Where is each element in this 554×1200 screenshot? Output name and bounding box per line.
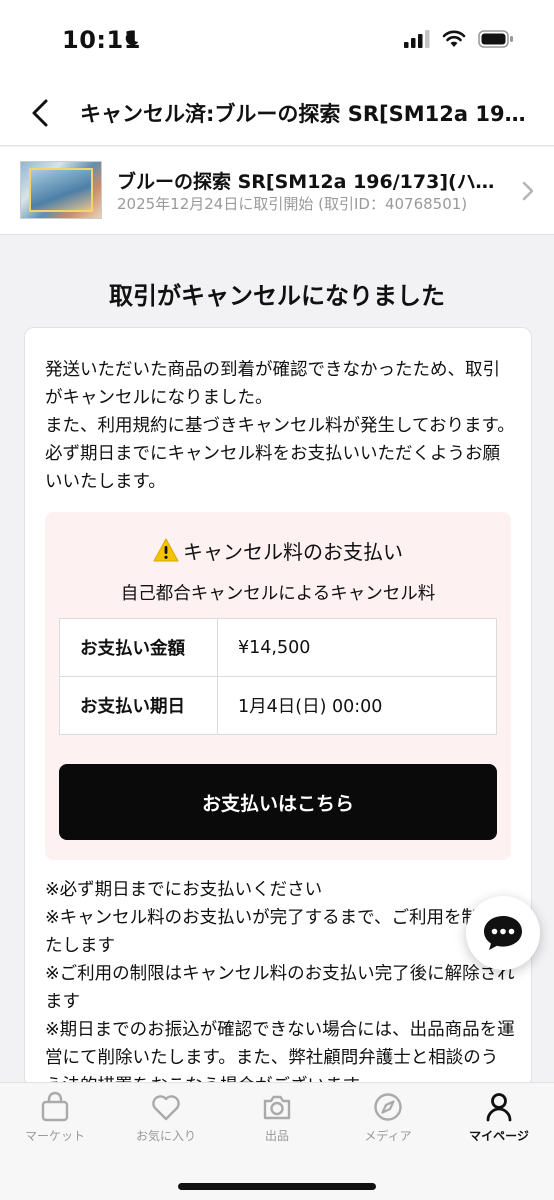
note-item: ※必ず期日までにお支払いください xyxy=(45,880,323,900)
status-bar: 10:11 xyxy=(0,0,554,80)
back-button[interactable] xyxy=(22,93,62,133)
page-title: キャンセル済:ブルーの探索 SR[SM12a 196/173](ハイクラスパック xyxy=(80,102,540,126)
payment-due-label: お支払い期日 xyxy=(59,676,218,735)
payment-subheading: 自己都合キャンセルによるキャンセル料 xyxy=(120,584,436,604)
note-item: ※ご利用の制限はキャンセル料のお支払い完了後に解除されます xyxy=(45,964,515,1012)
person-icon xyxy=(486,1093,512,1122)
compass-icon xyxy=(374,1093,402,1121)
chat-button[interactable] xyxy=(466,896,540,970)
camera-icon xyxy=(263,1095,291,1120)
tab-label: メディア xyxy=(364,1129,412,1143)
home-indicator xyxy=(178,1183,376,1190)
cancel-message-text: 発送いただいた商品の到着が確認できなかったため、取引がキャンセルになりました。 … xyxy=(45,360,515,492)
moon-icon xyxy=(125,31,139,46)
product-row[interactable]: ブルーの探索 SR[SM12a 196/173](ハイクラスパック 2025年1… xyxy=(0,147,554,235)
heart-icon xyxy=(152,1095,180,1121)
product-title: ブルーの探索 SR[SM12a 196/173](ハイクラスパック xyxy=(117,171,497,193)
product-trade-info: 2025年12月24日に取引開始 (取引ID：40768501) xyxy=(117,195,468,213)
payment-heading: キャンセル料のお支払い xyxy=(45,536,511,565)
tab-label: お気に入り xyxy=(135,1129,196,1143)
bag-icon xyxy=(41,1091,69,1122)
cancel-heading: 取引がキャンセルになりました xyxy=(109,282,445,310)
payment-table: お支払い金額 ¥14,500 お支払い期日 1月4日(日) 00:00 xyxy=(59,618,497,735)
nav-bar: キャンセル済:ブルーの探索 SR[SM12a 196/173](ハイクラスパック xyxy=(0,80,554,146)
signal-icon xyxy=(404,30,430,48)
wifi-icon xyxy=(442,30,466,47)
battery-icon xyxy=(478,30,513,48)
tab-label: マイページ xyxy=(469,1129,529,1143)
payment-box: キャンセル料のお支払い 自己都合キャンセルによるキャンセル料 お支払い金額 ¥1… xyxy=(45,512,511,860)
tab-mypage[interactable]: マイページ xyxy=(444,1091,554,1144)
status-icons xyxy=(404,30,514,48)
chevron-right-icon xyxy=(522,181,534,201)
tab-label: マーケット xyxy=(24,1129,85,1143)
tab-sell[interactable]: 出品 xyxy=(222,1091,332,1144)
note-item: ※キャンセル料のお支払いが完了するまで、ご利用を制限いたします xyxy=(45,908,514,956)
cancel-message: 発送いただいた商品の到着が確認できなかったため、取引がキャンセルになりました。 … xyxy=(45,356,515,496)
payment-amount-label: お支払い金額 xyxy=(59,618,218,677)
payment-heading-text: キャンセル料のお支払い xyxy=(183,540,403,564)
product-thumbnail xyxy=(20,161,102,219)
cancel-card: 発送いただいた商品の到着が確認できなかったため、取引がキャンセルになりました。 … xyxy=(24,327,532,1096)
notes-list: ※必ず期日までにお支払いください ※キャンセル料のお支払いが完了するまで、ご利用… xyxy=(45,876,515,1100)
pay-button[interactable]: お支払いはこちら xyxy=(59,764,497,840)
payment-amount-value: ¥14,500 xyxy=(217,618,497,677)
chat-bubble-icon xyxy=(484,916,522,950)
tab-favorites[interactable]: お気に入り xyxy=(111,1091,221,1144)
table-row: お支払い金額 ¥14,500 xyxy=(59,618,497,677)
tab-label: 出品 xyxy=(264,1129,289,1143)
warning-icon xyxy=(153,538,179,562)
tab-media[interactable]: メディア xyxy=(333,1091,443,1144)
tab-market[interactable]: マーケット xyxy=(0,1091,110,1144)
table-row: お支払い期日 1月4日(日) 00:00 xyxy=(59,676,497,735)
payment-due-value: 1月4日(日) 00:00 xyxy=(217,676,497,735)
